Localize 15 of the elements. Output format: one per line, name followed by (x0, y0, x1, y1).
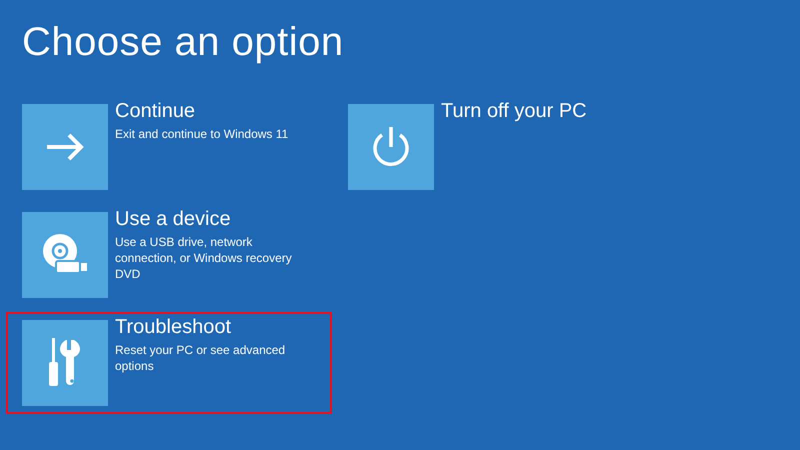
option-title: Use a device (115, 208, 232, 231)
option-description: Reset your PC or see advanced options (115, 342, 286, 374)
page-title: Choose an option (22, 19, 345, 66)
option-button[interactable]: Continue Exit and continue to Windows 11 (6, 96, 332, 198)
option-title: Troubleshoot (115, 316, 232, 339)
option-button[interactable]: Turn off your PC (332, 96, 658, 198)
option-button[interactable]: Use a device Use a USB drive, network connection, or Windows recovery DVD (6, 204, 332, 306)
option-description: Exit and continue to Windows 11 (115, 126, 288, 142)
screwdriver-and-wrench-icon (47, 338, 83, 388)
option-button[interactable]: Troubleshoot Reset your PC or see advanced options (6, 312, 332, 414)
arrow-icon (45, 132, 85, 162)
power-icon (371, 126, 411, 168)
option-title: Continue (115, 100, 196, 123)
option-title: Turn off your PC (441, 100, 587, 123)
option-description: Use a USB drive, network connection, or Windows recovery DVD (115, 234, 293, 282)
